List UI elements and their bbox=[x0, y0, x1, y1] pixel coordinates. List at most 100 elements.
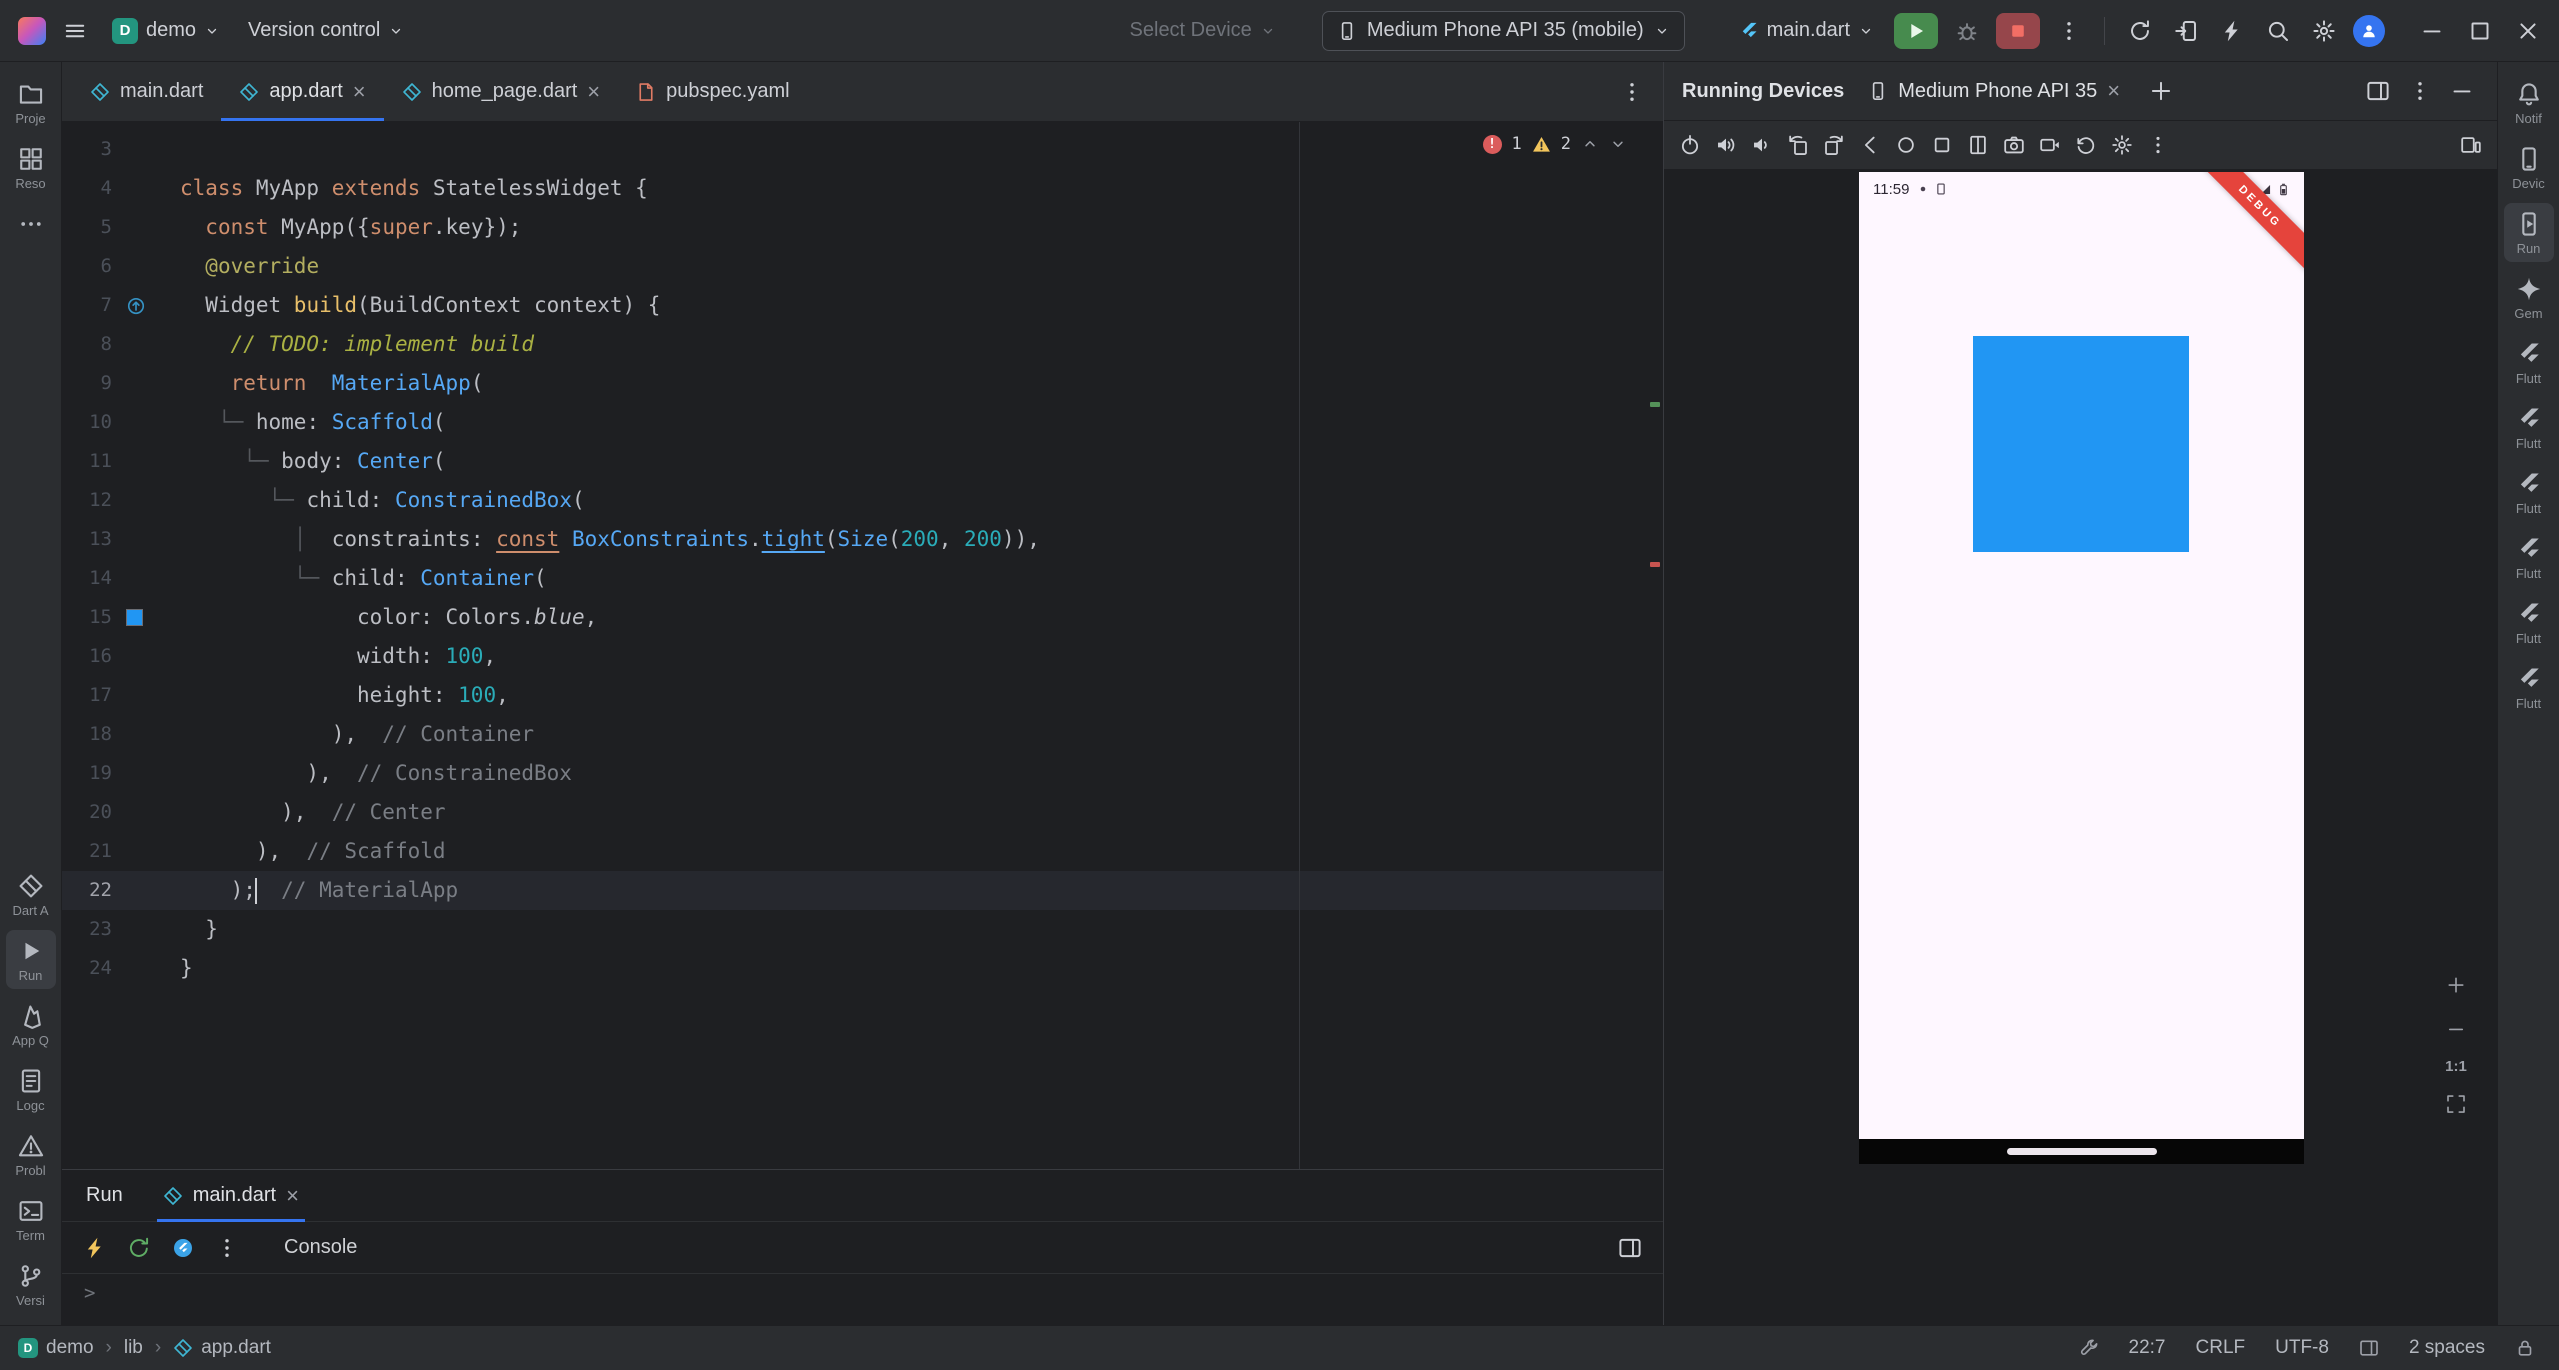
debug-button[interactable] bbox=[1950, 14, 1984, 48]
code-line-14[interactable]: 14 └─ child: Container( bbox=[62, 559, 1663, 598]
more-actions-button[interactable] bbox=[2052, 14, 2086, 48]
code-line-8[interactable]: 8 // TODO: implement build bbox=[62, 325, 1663, 364]
minimize-button[interactable] bbox=[2445, 74, 2479, 108]
editor-tab-app-dart[interactable]: app.dart× bbox=[221, 62, 383, 121]
zoom-out-button[interactable] bbox=[2441, 1014, 2471, 1044]
minimize-button[interactable] bbox=[2415, 14, 2449, 48]
maximize-button[interactable] bbox=[2463, 14, 2497, 48]
screenshot-button[interactable] bbox=[1998, 129, 2030, 161]
fold-button[interactable] bbox=[1962, 129, 1994, 161]
code-line-24[interactable]: 24} bbox=[62, 949, 1663, 988]
tool-stripe-terminal[interactable]: Term bbox=[6, 1190, 56, 1249]
tool-stripe-notifications[interactable]: Notif bbox=[2504, 73, 2554, 132]
hot-reload-button[interactable] bbox=[78, 1231, 112, 1265]
line-separator[interactable]: CRLF bbox=[2196, 1337, 2246, 1359]
color-preview-swatch[interactable] bbox=[126, 609, 143, 626]
snapshot-button[interactable] bbox=[2070, 129, 2102, 161]
more-vertical-button[interactable] bbox=[2142, 129, 2174, 161]
code-line-5[interactable]: 5 const MyApp({super.key}); bbox=[62, 208, 1663, 247]
zoom-in-button[interactable] bbox=[2441, 970, 2471, 1000]
inspections-widget[interactable]: ! 1 2 bbox=[1483, 134, 1628, 154]
search-button[interactable] bbox=[2261, 14, 2295, 48]
split-console-button[interactable] bbox=[1613, 1231, 1647, 1265]
device-selector[interactable]: Medium Phone API 35 (mobile) bbox=[1322, 11, 1685, 51]
code-line-19[interactable]: 19 ), // ConstrainedBox bbox=[62, 754, 1663, 793]
breadcrumb-demo[interactable]: Ddemo bbox=[18, 1337, 94, 1359]
run-tab-main-dart[interactable]: main.dart × bbox=[157, 1170, 305, 1222]
code-line-4[interactable]: 4class MyApp extends StatelessWidget { bbox=[62, 169, 1663, 208]
tool-stripe-version-control[interactable]: Versi bbox=[6, 1255, 56, 1314]
console-output[interactable]: > bbox=[62, 1274, 1663, 1325]
tool-stripe-gemini[interactable]: Gem bbox=[2504, 268, 2554, 327]
code-line-13[interactable]: 13 │ constraints: const BoxConstraints.t… bbox=[62, 520, 1663, 559]
avatar[interactable] bbox=[2353, 15, 2385, 47]
close-icon[interactable]: × bbox=[286, 1185, 299, 1207]
close-icon[interactable]: × bbox=[353, 81, 366, 103]
next-issue-icon[interactable] bbox=[1609, 135, 1627, 153]
code-line-3[interactable]: 3 bbox=[62, 130, 1663, 169]
tool-stripe-flutter-inspector[interactable]: Flutt bbox=[2504, 463, 2554, 522]
indentation[interactable]: 2 spaces bbox=[2409, 1337, 2485, 1359]
tool-stripe-logcat[interactable]: Logc bbox=[6, 1060, 56, 1119]
stop-button[interactable] bbox=[1996, 13, 2040, 49]
zoom-reset-button[interactable]: 1:1 bbox=[2445, 1058, 2467, 1075]
quick-actions-icon[interactable] bbox=[2079, 1338, 2099, 1358]
tool-stripe-flutter-memory[interactable]: Flutt bbox=[2504, 658, 2554, 717]
editor-tab-home-page-dart[interactable]: home_page.dart× bbox=[384, 62, 619, 121]
code-line-9[interactable]: 9 return MaterialApp( bbox=[62, 364, 1663, 403]
record-button[interactable] bbox=[2034, 129, 2066, 161]
editor-tab-pubspec-yaml[interactable]: pubspec.yaml bbox=[618, 62, 807, 121]
add-device-tab-button[interactable] bbox=[2144, 74, 2178, 108]
flutter-devtools-button[interactable] bbox=[166, 1231, 200, 1265]
rotate-right-button[interactable] bbox=[1818, 129, 1850, 161]
previous-issue-icon[interactable] bbox=[1581, 135, 1599, 153]
back-button[interactable] bbox=[1854, 129, 1886, 161]
code-line-11[interactable]: 11 └─ body: Center( bbox=[62, 442, 1663, 481]
editor-tab-main-dart[interactable]: main.dart bbox=[72, 62, 221, 121]
volume-down-button[interactable] bbox=[1746, 129, 1778, 161]
code-line-21[interactable]: 21 ), // Scaffold bbox=[62, 832, 1663, 871]
sync-button[interactable] bbox=[2123, 14, 2157, 48]
close-icon[interactable]: × bbox=[587, 81, 600, 103]
tool-stripe-flutter-outline[interactable]: Flutt bbox=[2504, 333, 2554, 392]
caret-position[interactable]: 22:7 bbox=[2129, 1337, 2166, 1359]
vcs-widget[interactable]: Version control bbox=[240, 13, 412, 48]
more-vertical-button[interactable] bbox=[2403, 74, 2437, 108]
tool-stripe-flutter-logging[interactable]: Flutt bbox=[2504, 593, 2554, 652]
close-button[interactable] bbox=[2511, 14, 2545, 48]
overview-button[interactable] bbox=[1926, 129, 1958, 161]
bolt-button[interactable] bbox=[2215, 14, 2249, 48]
more-options-button[interactable] bbox=[210, 1231, 244, 1265]
home-button[interactable] bbox=[1890, 129, 1922, 161]
tool-stripe-device-manager[interactable]: Devic bbox=[2504, 138, 2554, 197]
code-line-6[interactable]: 6 @override bbox=[62, 247, 1663, 286]
display-mode-button[interactable] bbox=[2455, 129, 2487, 161]
rotate-left-button[interactable] bbox=[1782, 129, 1814, 161]
tool-stripe-project[interactable]: Proje bbox=[6, 73, 56, 132]
breadcrumb-lib[interactable]: lib bbox=[124, 1337, 143, 1359]
hot-restart-button[interactable] bbox=[122, 1231, 156, 1265]
tool-stripe-app-quality-insights[interactable]: App Q bbox=[6, 995, 56, 1054]
code-line-16[interactable]: 16 width: 100, bbox=[62, 637, 1663, 676]
tool-stripe-running-devices[interactable]: Run bbox=[2504, 203, 2554, 262]
volume-up-button[interactable] bbox=[1710, 129, 1742, 161]
close-icon[interactable]: × bbox=[2107, 80, 2120, 102]
tool-stripe-problems[interactable]: Probl bbox=[6, 1125, 56, 1184]
device-screen[interactable]: 11:59 3G DEBUG bbox=[1859, 172, 2304, 1164]
device-mirror-button[interactable] bbox=[2169, 14, 2203, 48]
file-encoding[interactable]: UTF-8 bbox=[2275, 1337, 2329, 1359]
settings-button[interactable] bbox=[2106, 129, 2138, 161]
device-tab[interactable]: Medium Phone API 35 × bbox=[1868, 80, 2120, 103]
run-config-selector[interactable]: main.dart bbox=[1731, 13, 1882, 48]
power-button[interactable] bbox=[1674, 129, 1706, 161]
code-line-23[interactable]: 23 } bbox=[62, 910, 1663, 949]
tool-stripe-resource-manager[interactable]: Reso bbox=[6, 138, 56, 197]
tab-options-button[interactable] bbox=[1615, 75, 1649, 109]
code-line-15[interactable]: 15 color: Colors.blue, bbox=[62, 598, 1663, 637]
tool-stripe-flutter-performance[interactable]: Flutt bbox=[2504, 398, 2554, 457]
layout-button[interactable] bbox=[2361, 74, 2395, 108]
run-button[interactable] bbox=[1894, 13, 1938, 49]
tool-stripe-dart-analysis[interactable]: Dart A bbox=[6, 865, 56, 924]
split-editor-icon[interactable] bbox=[2359, 1338, 2379, 1358]
code-line-17[interactable]: 17 height: 100, bbox=[62, 676, 1663, 715]
